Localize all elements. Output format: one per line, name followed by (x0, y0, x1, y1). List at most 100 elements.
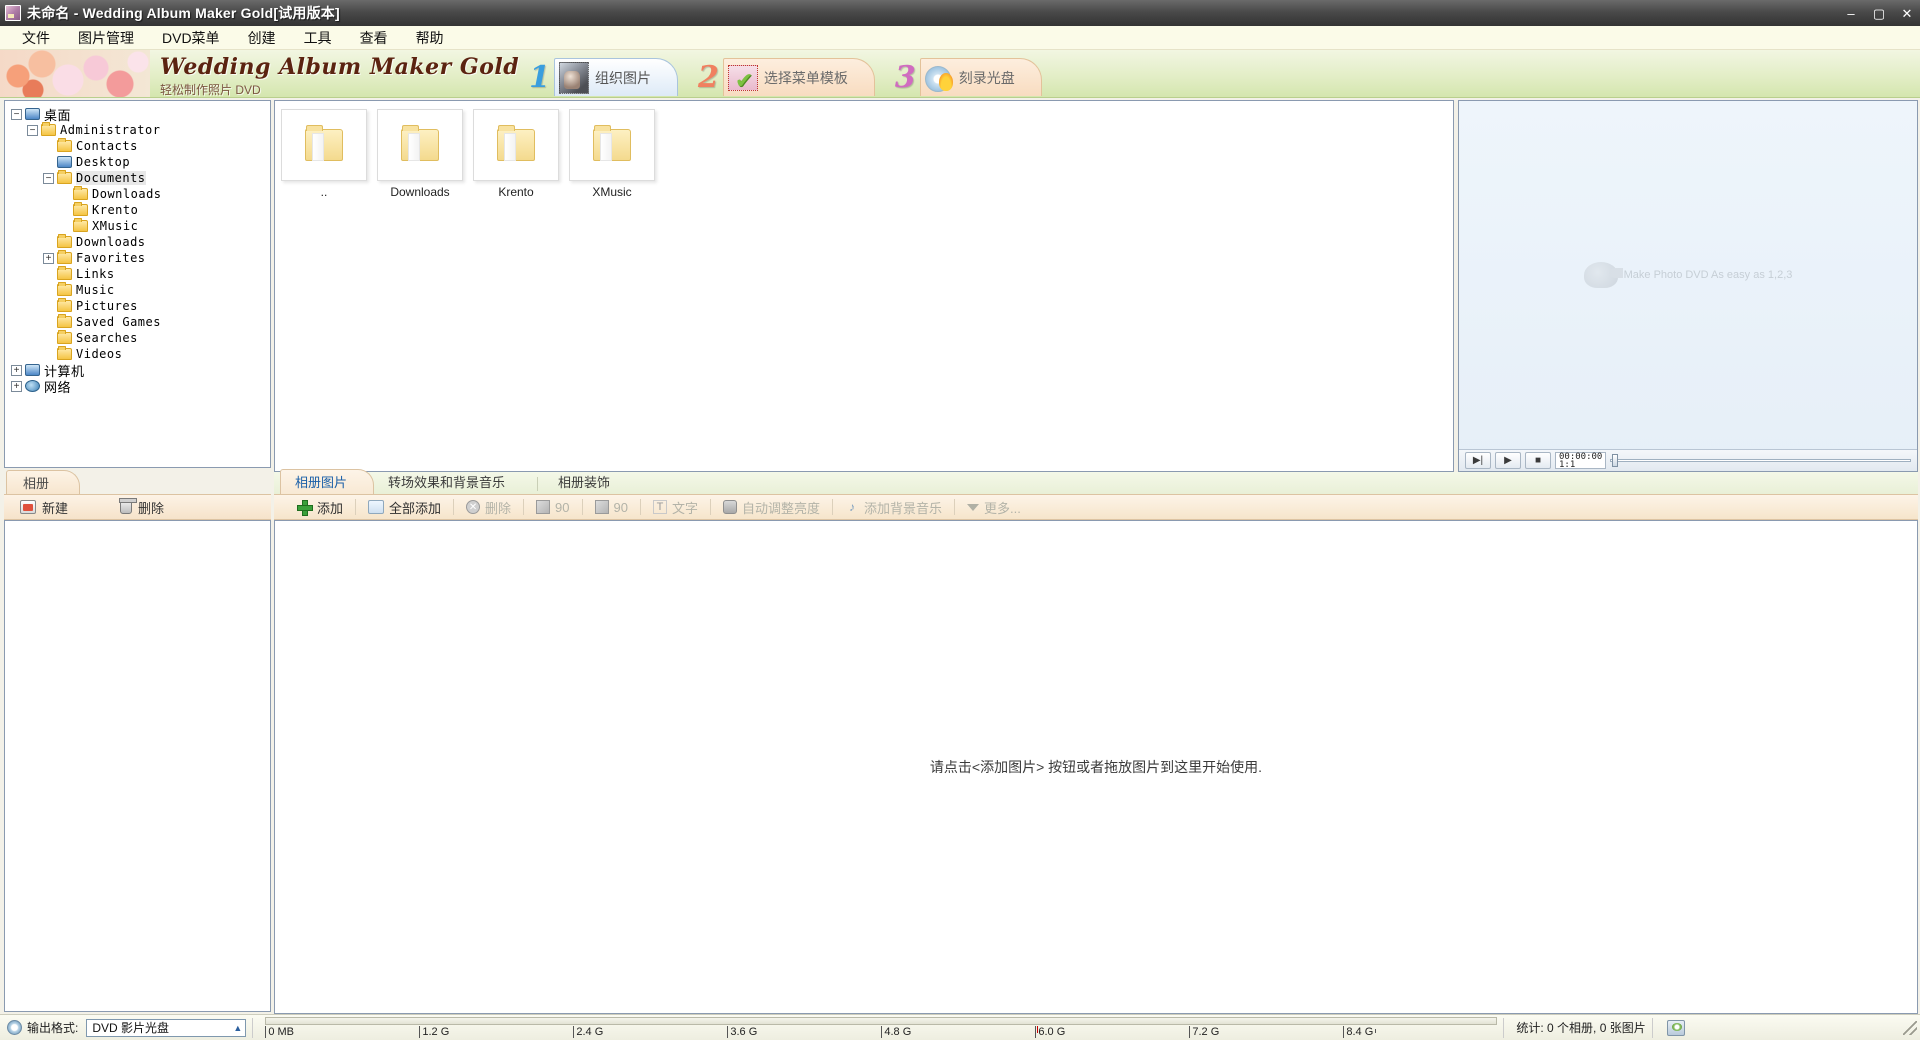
menu-item-5[interactable]: 工具 (290, 26, 346, 50)
tree-node-4[interactable]: Desktop (11, 154, 270, 170)
tree-node-11[interactable]: Links (11, 266, 270, 282)
folder-thumbnail[interactable] (473, 109, 559, 181)
capacity-tick-1: 0 MB (265, 1025, 294, 1038)
preview-canvas[interactable]: Make Photo DVD As easy as 1,2,3 (1459, 101, 1917, 449)
folder-icon (57, 314, 72, 328)
collapse-icon[interactable]: − (43, 172, 54, 184)
main-area: − 桌面 − Administrator Contacts Desktop − Documen… (0, 98, 1920, 1014)
editor-tab-1[interactable]: 相册图片 (280, 469, 375, 494)
tree-node-label: Krento (92, 203, 139, 217)
maximize-button[interactable]: ▢ (1870, 4, 1888, 22)
toolbar-button-label: 更多... (984, 500, 1021, 516)
toolbar-button-brightness: 自动调整亮度 (713, 498, 830, 517)
folder-item[interactable]: XMusic (569, 109, 655, 199)
tree-node-3[interactable]: Contacts (11, 138, 270, 154)
expand-icon[interactable]: + (11, 364, 22, 376)
collapse-icon[interactable]: − (27, 124, 38, 136)
brightness-icon (723, 500, 737, 514)
folder-item[interactable]: Krento (473, 109, 559, 199)
toolbar-separator (355, 499, 357, 515)
toolbar-button-plus[interactable]: 添加 (286, 498, 353, 517)
collapse-icon[interactable]: − (11, 108, 22, 120)
delete-album-label: 删除 (138, 500, 165, 516)
menu-item-2[interactable]: 图片管理 (64, 26, 148, 50)
minimize-button[interactable]: – (1842, 4, 1860, 22)
right-column: .. Downloads Krento XMusic Make Photo DVD A… (274, 98, 1920, 1014)
folder-thumbnail[interactable] (377, 109, 463, 181)
tree-node-18[interactable]: + 网络 (11, 378, 270, 395)
desktop-icon (57, 156, 72, 168)
step-tab-2[interactable]: 2 选择菜单模板 (688, 57, 897, 97)
tree-node-14[interactable]: Saved Games (11, 314, 270, 330)
folder-browser[interactable]: .. Downloads Krento XMusic (274, 100, 1454, 472)
rotate-left-icon (536, 500, 551, 514)
editor-tab-2[interactable]: 转场效果和背景音乐 (374, 470, 531, 494)
photo-workspace[interactable]: 请点击<添加图片> 按钮或者拖放图片到这里开始使用. (274, 520, 1918, 1014)
tab-album[interactable]: 相册 (6, 470, 81, 494)
preview-time-display: 00:00:00 1:1 (1555, 452, 1607, 470)
folder-tree-panel[interactable]: − 桌面 − Administrator Contacts Desktop − Documen… (4, 100, 271, 468)
step-tab-body-3[interactable]: 刻录光盘 (919, 58, 1042, 96)
rotate-right-icon (594, 500, 609, 514)
menu-item-4[interactable]: 创建 (234, 26, 290, 50)
preview-step-button[interactable]: ▶| (1465, 452, 1491, 469)
step-tab-body-2[interactable]: 选择菜单模板 (722, 58, 875, 96)
tree-node-1[interactable]: − 桌面 (11, 106, 270, 123)
expand-icon[interactable]: + (43, 252, 54, 264)
preview-seek-slider[interactable] (1610, 452, 1911, 469)
folder-thumbnail[interactable] (569, 109, 655, 181)
tree-node-label: Desktop (76, 155, 131, 169)
menu-item-7[interactable]: 帮助 (402, 26, 458, 50)
folder-thumbnail[interactable] (281, 109, 367, 181)
toolbar-button-music-note: ♪ 添加背景音乐 (835, 498, 952, 517)
folder-icon (593, 125, 631, 161)
folder-icon (401, 125, 439, 161)
resize-grip[interactable] (1903, 1020, 1917, 1035)
preview-stop-button[interactable]: ■ (1525, 452, 1551, 469)
menu-item-3[interactable]: DVD菜单 (148, 26, 234, 50)
toolbar-button-label: 自动调整亮度 (742, 500, 821, 516)
delete-album-button[interactable]: 删除 (119, 498, 165, 517)
new-album-button[interactable]: 新建 (20, 498, 68, 517)
disc-burn-icon (924, 65, 953, 92)
close-button[interactable]: ✕ (1898, 4, 1916, 22)
step-tab-1[interactable]: 1 组织图片 (519, 57, 700, 97)
tree-node-6[interactable]: Downloads (11, 186, 270, 202)
output-format-select[interactable]: DVD 影片光盘 ▲ (86, 1018, 247, 1037)
brand-title: Wedding Album Maker Gold (160, 54, 520, 80)
tree-node-15[interactable]: Searches (11, 330, 270, 346)
step-label-1: 组织图片 (595, 69, 651, 86)
tree-node-2[interactable]: − Administrator (11, 122, 270, 138)
folder-item[interactable]: Downloads (377, 109, 463, 199)
toolbar-separator (832, 499, 834, 515)
menu-item-1[interactable]: 文件 (8, 26, 64, 50)
statistics-text: 统计: 0 个相册, 0 张图片 (1516, 1021, 1646, 1035)
step-tab-body-1[interactable]: 组织图片 (554, 58, 678, 96)
tree-node-9[interactable]: Downloads (11, 234, 270, 250)
tree-node-5[interactable]: − Documents (11, 170, 270, 186)
plus-icon (296, 499, 313, 516)
app-icon (5, 5, 21, 21)
tree-node-10[interactable]: + Favorites (11, 250, 270, 266)
album-list[interactable] (4, 520, 271, 1012)
expand-icon[interactable]: + (11, 380, 22, 392)
tree-node-7[interactable]: Krento (11, 202, 270, 218)
burn-disc-icon[interactable] (1666, 1019, 1685, 1036)
toolbar-separator (453, 499, 455, 515)
preview-ratio-value: 1:1 (1559, 459, 1576, 470)
editor-tab-3[interactable]: 相册装饰 (544, 470, 636, 494)
menu-item-6[interactable]: 查看 (346, 26, 402, 50)
folder-item[interactable]: .. (281, 109, 367, 199)
folder-icon (57, 138, 72, 152)
folder-tree[interactable]: − 桌面 − Administrator Contacts Desktop − Documen… (5, 101, 270, 395)
seek-thumb[interactable] (1612, 454, 1619, 467)
text-icon: T (652, 500, 667, 514)
step-tab-3[interactable]: 3 刻录光盘 (885, 57, 1064, 97)
tree-node-12[interactable]: Music (11, 282, 270, 298)
tree-node-8[interactable]: XMusic (11, 218, 270, 234)
toolbar-button-add-all[interactable]: 全部添加 (358, 498, 451, 517)
preview-play-button[interactable]: ▶ (1495, 452, 1521, 469)
preview-panel: Make Photo DVD As easy as 1,2,3 ▶| ▶ ■ 0… (1458, 100, 1918, 472)
tree-node-13[interactable]: Pictures (11, 298, 270, 314)
toolbar-button-rotate-right: 90 (585, 500, 638, 515)
